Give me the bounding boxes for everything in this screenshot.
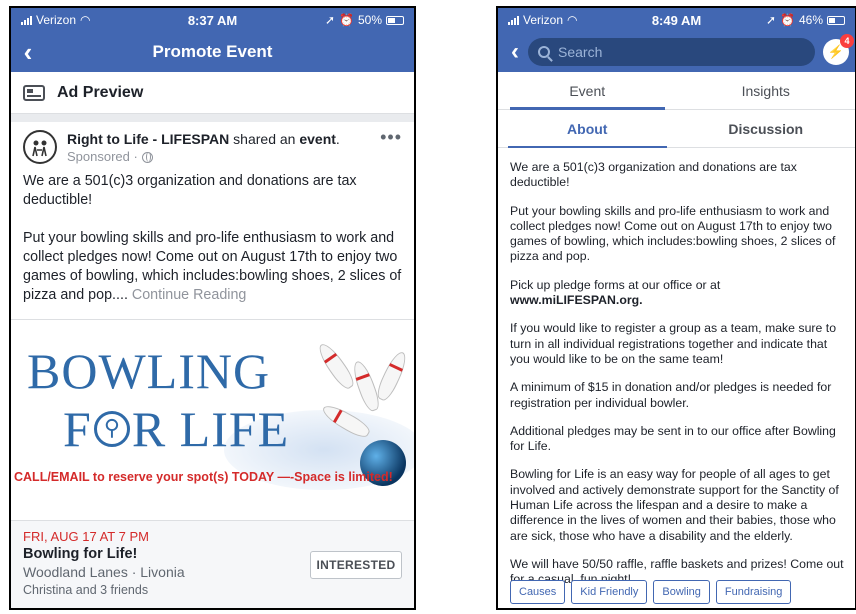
event-card[interactable]: FRI, AUG 17 AT 7 PM Bowling for Life! Wo… xyxy=(11,520,414,608)
signal-icon xyxy=(21,15,32,25)
globe-icon xyxy=(141,151,153,163)
carrier-label: Verizon xyxy=(36,13,77,27)
post-text: We are a 501(c)3 organization and donati… xyxy=(11,170,414,305)
sponsored-label: Sponsored · xyxy=(67,148,380,166)
back-chevron-icon[interactable]: ‹ xyxy=(11,32,45,72)
about-paragraph: Put your bowling skills and pro-life ent… xyxy=(510,203,836,264)
event-tabs: Event Insights xyxy=(498,72,855,110)
messenger-icon[interactable]: 4 xyxy=(823,34,854,65)
tag-bowling[interactable]: Bowling xyxy=(653,580,710,604)
about-paragraph: Additional pledges may be sent in to our… xyxy=(510,423,836,454)
back-chevron-icon[interactable]: ‹ xyxy=(502,38,528,66)
wifi-icon: ◠ xyxy=(80,13,91,27)
tag-kid-friendly[interactable]: Kid Friendly xyxy=(571,580,648,604)
alarm-icon: ⏰ xyxy=(780,13,795,27)
page-avatar[interactable] xyxy=(23,130,57,164)
status-bar: Verizon ◠ 8:37 AM ➚ ⏰ 50% xyxy=(11,8,414,32)
website-link[interactable]: www.miLIFESPAN.org. xyxy=(510,293,643,307)
bowling-pin-icon xyxy=(373,349,411,403)
banner-call-to-action: CALL/EMAIL to reserve your spot(s) TODAY… xyxy=(14,470,393,484)
ad-preview-label: Ad Preview xyxy=(57,83,144,101)
category-tags: Causes Kid Friendly Bowling Fundraising xyxy=(510,580,849,604)
about-description: We are a 501(c)3 organization and donati… xyxy=(498,148,855,588)
page-name-link[interactable]: Right to Life - LIFESPAN xyxy=(67,131,229,147)
search-icon xyxy=(538,46,550,58)
status-bar: Verizon ◠ 8:49 AM ➚ ⏰ 46% xyxy=(498,8,855,32)
about-paragraph: If you would like to register a group as… xyxy=(510,321,837,366)
lifespan-logo-icon xyxy=(32,140,47,157)
continue-reading-link[interactable]: Continue Reading xyxy=(132,287,246,303)
carrier-label: Verizon xyxy=(523,13,564,27)
search-bar: ‹ 4 xyxy=(498,32,855,72)
more-options-icon[interactable]: ••• xyxy=(380,128,402,146)
about-paragraph: Bowling for Life is an easy way for peop… xyxy=(510,467,839,543)
promote-event-screen: Verizon ◠ 8:37 AM ➚ ⏰ 50% ‹ Promote Even… xyxy=(9,6,416,610)
tab-about[interactable]: About xyxy=(498,110,677,148)
alarm-icon: ⏰ xyxy=(339,13,354,27)
tab-event[interactable]: Event xyxy=(498,72,677,110)
ad-preview-icon xyxy=(23,84,45,101)
wifi-icon: ◠ xyxy=(567,13,578,27)
bowling-pin-icon xyxy=(314,340,358,392)
battery-icon xyxy=(827,15,845,25)
event-subtabs: About Discussion xyxy=(498,110,855,148)
event-banner-image[interactable]: BOWLING F R LIFE CALL/EMAIL to reserve y… xyxy=(11,319,414,529)
tag-fundraising[interactable]: Fundraising xyxy=(715,580,792,604)
battery-percent: 46% xyxy=(798,13,823,27)
clock: 8:49 AM xyxy=(651,12,702,28)
event-friends: Christina and 3 friends xyxy=(23,583,149,597)
tab-discussion[interactable]: Discussion xyxy=(677,110,856,147)
shared-text: shared an xyxy=(229,131,300,147)
about-paragraph: We are a 501(c)3 organization and donati… xyxy=(510,160,797,190)
search-input[interactable] xyxy=(558,44,758,60)
search-box[interactable] xyxy=(528,38,815,66)
location-icon: ➚ xyxy=(324,13,336,27)
ad-preview-header: Ad Preview xyxy=(11,72,414,114)
notification-badge: 4 xyxy=(840,34,854,48)
banner-subtitle: F R LIFE xyxy=(63,400,289,458)
divider xyxy=(11,114,414,122)
about-paragraph: A minimum of $15 in donation and/or pled… xyxy=(510,380,832,410)
clock: 8:37 AM xyxy=(187,12,238,28)
event-about-screen: Verizon ◠ 8:49 AM ➚ ⏰ 46% ‹ 4 Event Insi… xyxy=(496,6,856,610)
family-logo-icon xyxy=(93,411,130,447)
about-paragraph: Pick up pledge forms at our office or at xyxy=(510,277,721,292)
post-paragraph: We are a 501(c)3 organization and donati… xyxy=(23,173,357,208)
tag-causes[interactable]: Causes xyxy=(510,580,566,604)
tab-insights[interactable]: Insights xyxy=(677,72,856,109)
battery-icon xyxy=(386,15,404,25)
interested-button[interactable]: INTERESTED xyxy=(310,551,402,579)
bowling-pin-icon xyxy=(349,358,383,414)
post-header: Right to Life - LIFESPAN shared an event… xyxy=(11,122,414,170)
page-title: Promote Event xyxy=(152,42,273,61)
shared-period: . xyxy=(335,131,340,147)
banner-title: BOWLING xyxy=(27,343,271,399)
event-link[interactable]: event xyxy=(299,131,336,147)
location-icon: ➚ xyxy=(765,13,777,27)
battery-percent: 50% xyxy=(357,13,382,27)
nav-bar: ‹ Promote Event xyxy=(11,32,414,72)
event-date: FRI, AUG 17 AT 7 PM xyxy=(23,529,149,544)
signal-icon xyxy=(508,15,519,25)
